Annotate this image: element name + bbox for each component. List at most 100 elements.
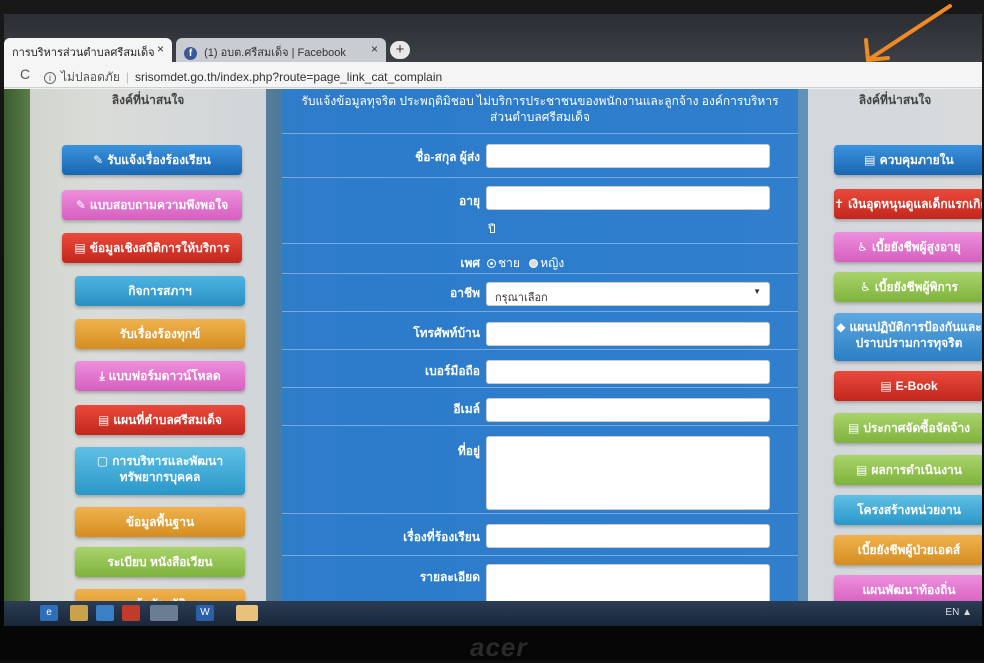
security-label: ไม่ปลอดภัย [61, 70, 120, 84]
newborn-subsidy-button[interactable]: ✝ เงินอุดหนุนดูแลเด็กแรกเกิด [834, 189, 982, 219]
email-input[interactable] [486, 398, 770, 422]
form-row-gender: เพศ ชาย หญิง [282, 243, 798, 273]
person-icon: ♿ [857, 240, 868, 254]
complaint-button[interactable]: ✎ รับแจ้งเรื่องร้องเรียน [62, 145, 242, 175]
name-label: ชื่อ-สกุล ผู้ส่ง [415, 150, 480, 164]
internal-control-button[interactable]: ▤ ควบคุมภายใน [834, 145, 982, 175]
address-label: ที่อยู่ [457, 444, 480, 458]
age-input[interactable] [486, 186, 770, 210]
structure-button[interactable]: โครงสร้างหน่วยงาน [834, 495, 982, 525]
language-indicator[interactable]: EN [945, 607, 959, 618]
wheelchair-icon: ♿ [860, 280, 871, 294]
disability-allowance-button[interactable]: ♿ เบี้ยยังชีพผู้พิการ [834, 272, 982, 302]
diamond-icon: ◆ [836, 320, 846, 334]
form-row-age: อายุ ปี [282, 177, 798, 243]
book-icon: ▤ [880, 379, 892, 393]
document-icon: ▤ [855, 463, 868, 477]
hr-development-button[interactable]: ▢ การบริหารและพัฒนาทรัพยากรบุคคล [75, 447, 245, 495]
ie-icon[interactable]: e [40, 605, 58, 621]
form-heading: รับแจ้งข้อมูลทุจริต ประพฤติมิชอบ ไม่บริก… [301, 94, 779, 124]
council-affairs-button[interactable]: กิจการสภาฯ [75, 276, 245, 306]
gender-radio-group: ชาย หญิง [487, 254, 564, 273]
form-row-occupation: อาชีพ กรุณาเลือก ▼ [282, 273, 798, 311]
form-row-phone: โทรศัพท์บ้าน [282, 311, 798, 349]
download-forms-button[interactable]: ⤓ แบบฟอร์มดาวน์โหลด [75, 361, 245, 391]
left-sidebar: ลิงค์ที่น่าสนใจ ✎ รับแจ้งเรื่องร้องเรียน … [30, 89, 266, 609]
taskbar: e W EN ▲ [4, 601, 982, 626]
form-row-address: ที่อยู่ [282, 425, 798, 513]
document-icon: ▤ [847, 421, 860, 435]
subject-label: เรื่องที่ร้องเรียน [403, 530, 480, 544]
mobile-label: เบอร์มือถือ [425, 364, 480, 378]
age-label: อายุ [459, 194, 480, 208]
gender-male-label: ชาย [498, 256, 520, 270]
mobile-input[interactable] [486, 360, 770, 384]
form-row-email: อีเมล์ [282, 387, 798, 425]
tab-label: (1) อบต.ศรีสมเด็จ | Facebook [204, 47, 346, 59]
gender-label: เพศ [460, 256, 480, 270]
complaint-form: รับแจ้งข้อมูลทุจริต ประพฤติมิชอบ ไม่บริก… [282, 89, 798, 609]
folder-icon[interactable] [70, 605, 88, 621]
facebook-icon: f [184, 47, 197, 60]
age-unit: ปี [488, 222, 496, 236]
new-tab-button[interactable]: + [390, 41, 410, 59]
word-icon[interactable]: W [196, 605, 214, 621]
tab-facebook[interactable]: f (1) อบต.ศรีสมเด็จ | Facebook × [176, 38, 386, 62]
tab-srisomdet[interactable]: การบริหารส่วนตำบลศรีสมเด็จ × [4, 38, 172, 62]
web-page: ลิงค์ที่น่าสนใจ ✎ รับแจ้งเรื่องร้องเรียน … [4, 89, 982, 609]
tab-strip: การบริหารส่วนตำบลศรีสมเด็จ × f (1) อบต.ศ… [4, 14, 982, 62]
system-tray: EN ▲ [945, 607, 972, 618]
ebook-button[interactable]: ▤ E-Book [834, 371, 982, 401]
divider: | [125, 70, 129, 84]
regulations-button[interactable]: ระเบียบ หนังสือเวียน [75, 547, 245, 577]
close-icon[interactable]: × [157, 42, 164, 56]
gender-female-radio[interactable] [529, 259, 539, 268]
table-icon: ▤ [74, 241, 86, 255]
cross-icon: ✝ [834, 197, 845, 211]
phone-label: โทรศัพท์บ้าน [413, 326, 480, 340]
reload-icon[interactable]: C [20, 66, 30, 82]
annotation-arrow-icon [864, 4, 952, 62]
screen: การบริหารส่วนตำบลศรีสมเด็จ × f (1) อบต.ศ… [4, 14, 982, 626]
elderly-allowance-button[interactable]: ♿ เบี้ยยังชีพผู้สูงอายุ [834, 232, 982, 262]
form-row-subject: เรื่องที่ร้องเรียน [282, 513, 798, 555]
gender-male-radio[interactable] [487, 259, 496, 268]
taskbar-app-icon[interactable] [236, 605, 258, 621]
browser-toolbar: C i ไม่ปลอดภัย | srisomdet.go.th/index.php?… [4, 62, 982, 88]
aids-allowance-button[interactable]: เบี้ยยังชีพผู้ป่วยเอดส์ [834, 535, 982, 565]
document-icon: ▢ [96, 454, 109, 468]
performance-button[interactable]: ▤ ผลการดำเนินงาน [834, 455, 982, 485]
download-icon: ⤓ [99, 369, 105, 383]
satisfaction-survey-button[interactable]: ✎ แบบสอบถามความพึงพอใจ [62, 190, 242, 220]
grievance-button[interactable]: รับเรื่องร้องทุกข์ [75, 319, 245, 349]
chrome-icon[interactable] [150, 605, 178, 621]
occupation-label: อาชีพ [450, 286, 480, 300]
close-icon[interactable]: × [371, 42, 378, 56]
media-player-icon[interactable] [122, 605, 140, 621]
url-text: srisomdet.go.th/index.php?route=page_lin… [134, 70, 443, 84]
basic-info-button[interactable]: ข้อมูลพื้นฐาน [75, 507, 245, 537]
anti-corruption-plan-button[interactable]: ◆ แผนปฏิบัติการป้องกันและปราบปรามการทุจริ… [834, 313, 982, 361]
form-row-mobile: เบอร์มือถือ [282, 349, 798, 387]
phone-input[interactable] [486, 322, 770, 346]
edit-icon: ✎ [75, 198, 86, 212]
sidebar-title: ลิงค์ที่น่าสนใจ [111, 93, 185, 107]
name-input[interactable] [486, 144, 770, 168]
address-bar[interactable]: i ไม่ปลอดภัย | srisomdet.go.th/index.php?ro… [44, 65, 964, 85]
media-icon[interactable] [96, 605, 114, 621]
gender-female-label: หญิง [540, 256, 565, 270]
subject-input[interactable] [486, 524, 770, 548]
occupation-select[interactable]: กรุณาเลือก ▼ [486, 282, 770, 306]
sidebar-title: ลิงค์ที่น่าสนใจ [858, 93, 932, 107]
procurement-button[interactable]: ▤ ประกาศจัดซื้อจัดจ้าง [834, 413, 982, 443]
right-sidebar: ลิงค์ที่น่าสนใจ ▤ ควบคุมภายใน ✝ เงินอุดหนุ… [808, 89, 982, 609]
tab-label: การบริหารส่วนตำบลศรีสมเด็จ [12, 47, 155, 59]
table-icon: ▤ [864, 153, 876, 167]
edit-icon: ✎ [93, 153, 104, 167]
map-icon: ▤ [98, 413, 110, 427]
service-statistics-button[interactable]: ▤ ข้อมูลเชิงสถิติการให้บริการ [62, 233, 242, 263]
info-icon[interactable]: i [44, 72, 56, 84]
chevron-down-icon: ▼ [753, 287, 761, 296]
district-map-button[interactable]: ▤ แผนที่ตำบลศรีสมเด็จ [75, 405, 245, 435]
address-textarea[interactable] [486, 436, 770, 510]
